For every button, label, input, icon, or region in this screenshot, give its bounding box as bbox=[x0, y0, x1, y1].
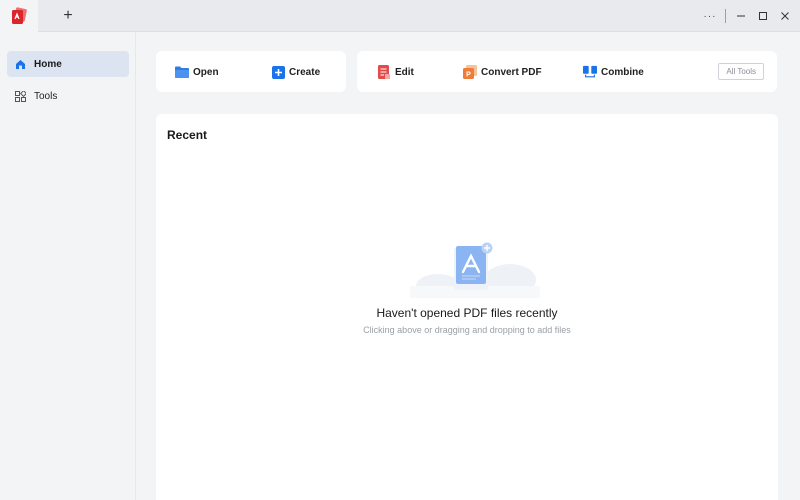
sidebar-item-label: Home bbox=[34, 58, 62, 70]
svg-text:P: P bbox=[466, 72, 471, 79]
quick-actions-card: Open Create bbox=[156, 51, 346, 92]
plus-square-icon bbox=[271, 65, 285, 79]
sidebar: Home Tools bbox=[0, 32, 136, 500]
grid-icon bbox=[15, 90, 26, 102]
more-menu-button[interactable]: ··· bbox=[699, 0, 721, 32]
edit-button[interactable]: Edit bbox=[377, 64, 414, 80]
edit-doc-icon bbox=[377, 65, 391, 79]
sidebar-item-label: Tools bbox=[34, 90, 58, 102]
minimize-button[interactable] bbox=[730, 0, 752, 32]
minimize-icon bbox=[737, 15, 745, 17]
combine-icon bbox=[583, 65, 597, 79]
window-controls: ··· bbox=[699, 0, 800, 32]
convert-icon: P bbox=[463, 65, 477, 79]
controls-divider bbox=[725, 9, 726, 23]
empty-state-subtitle: Clicking above or dragging and dropping … bbox=[363, 325, 571, 335]
app-logo-icon bbox=[9, 6, 29, 26]
new-tab-button[interactable]: + bbox=[58, 6, 78, 26]
convert-pdf-button[interactable]: P Convert PDF bbox=[463, 64, 542, 80]
maximize-button[interactable] bbox=[752, 0, 774, 32]
maximize-icon bbox=[759, 12, 767, 20]
create-label: Create bbox=[289, 66, 321, 78]
empty-state-title: Haven't opened PDF files recently bbox=[376, 306, 558, 320]
combine-button[interactable]: Combine bbox=[583, 64, 644, 80]
create-button[interactable]: Create bbox=[271, 64, 320, 80]
recent-title: Recent bbox=[167, 128, 208, 142]
sidebar-item-home[interactable]: Home bbox=[7, 51, 129, 77]
convert-pdf-label: Convert PDF bbox=[481, 66, 542, 78]
combine-label: Combine bbox=[601, 66, 644, 78]
recent-panel: Recent Haven't opened PDF files recently… bbox=[156, 114, 778, 500]
all-tools-button[interactable]: All Tools bbox=[718, 63, 764, 80]
edit-label: Edit bbox=[395, 66, 414, 78]
open-label: Open bbox=[193, 66, 219, 78]
open-button[interactable]: Open bbox=[175, 64, 219, 80]
folder-icon bbox=[175, 65, 189, 79]
sidebar-item-tools[interactable]: Tools bbox=[7, 83, 129, 109]
empty-pdf-illustration-icon bbox=[410, 242, 540, 298]
title-bar: + ··· bbox=[0, 0, 800, 32]
close-button[interactable] bbox=[774, 0, 796, 32]
tools-card: Edit P Convert PDF Combine All Tools bbox=[357, 51, 777, 92]
home-icon bbox=[15, 59, 26, 70]
close-icon bbox=[781, 12, 789, 20]
app-tab[interactable] bbox=[0, 0, 38, 32]
